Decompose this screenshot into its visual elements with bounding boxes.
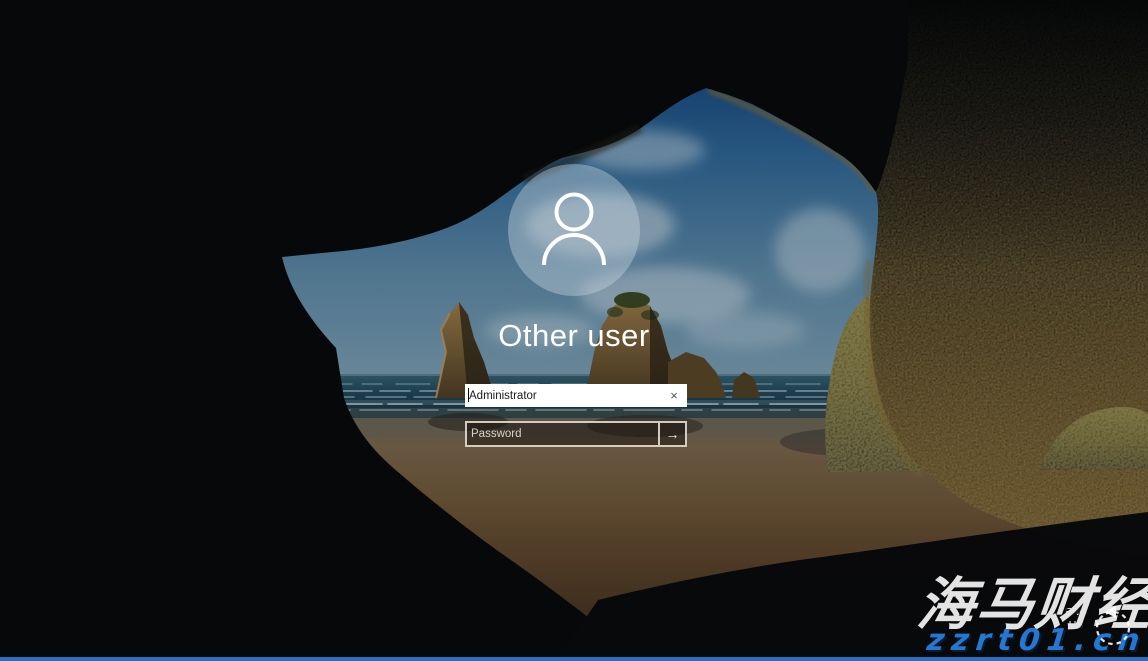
text-caret xyxy=(468,388,469,402)
clear-icon[interactable]: × xyxy=(661,384,687,407)
user-display-name: Other user xyxy=(374,318,774,354)
bottom-accent-bar xyxy=(0,657,1148,661)
person-icon xyxy=(508,164,640,296)
login-screen: Other user × → ENG US 海马财经 zzrt01.cn xyxy=(0,0,1148,661)
password-input[interactable] xyxy=(467,423,658,445)
submit-button[interactable]: → xyxy=(658,423,685,445)
username-input[interactable] xyxy=(465,384,661,407)
submit-arrow-icon: → xyxy=(666,426,680,442)
password-field: → xyxy=(465,421,687,447)
username-field: × xyxy=(465,384,687,407)
user-avatar xyxy=(508,164,640,296)
busy-spinner-icon xyxy=(1091,606,1135,650)
